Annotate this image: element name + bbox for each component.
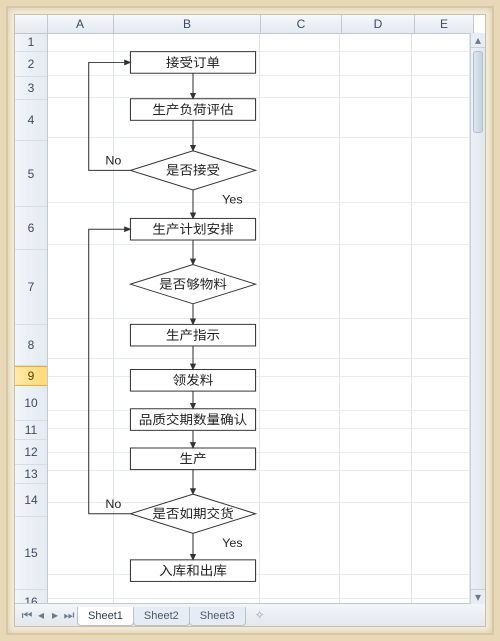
row-header[interactable]: 12	[15, 440, 47, 465]
row-header[interactable]: 10	[15, 386, 47, 421]
row-header[interactable]: 8	[15, 325, 47, 366]
row-header[interactable]: 6	[15, 207, 47, 250]
flow-process-label: 生产指示	[166, 328, 220, 343]
vertical-scrollbar[interactable]: ▴ ▾	[470, 33, 485, 604]
flow-process-label: 领发料	[173, 373, 214, 388]
decision-yes-label: Yes	[222, 193, 242, 207]
flow-process-label: 品质交期数量确认	[139, 411, 247, 427]
sheet-tab[interactable]: Sheet1	[77, 607, 134, 626]
row-header[interactable]: 11	[15, 421, 47, 440]
flow-decision-label: 是否够物料	[159, 277, 227, 292]
scroll-down-button[interactable]: ▾	[471, 589, 485, 604]
sheet-tab[interactable]: Sheet3	[189, 607, 246, 626]
flow-process-label: 生产	[179, 452, 206, 467]
decision-yes-label: Yes	[222, 536, 242, 550]
row-header[interactable]: 13	[15, 465, 47, 484]
tab-nav-last-icon[interactable]: ⏭	[63, 608, 75, 622]
column-header[interactable]: C	[261, 15, 342, 33]
row-header[interactable]: 7	[15, 250, 47, 325]
row-header[interactable]: 14	[15, 484, 47, 517]
row-header[interactable]: 3	[15, 77, 47, 100]
column-header[interactable]: E	[415, 15, 474, 33]
column-header[interactable]: D	[342, 15, 415, 33]
column-headers: ABCDE	[47, 15, 485, 34]
flow-process-label: 生产负荷评估	[152, 102, 233, 117]
row-header[interactable]: 5	[15, 141, 47, 207]
row-header[interactable]: 9	[15, 366, 47, 386]
row-header[interactable]: 15	[15, 517, 47, 590]
photo-frame: ABCDE 1234567891011121314151617 接受订单生产负荷…	[6, 6, 494, 635]
row-headers: 1234567891011121314151617	[15, 33, 48, 604]
flowchart-overlay: 接受订单生产负荷评估是否接受生产计划安排是否够物料生产指示领发料品质交期数量确认…	[47, 33, 485, 604]
scroll-up-button[interactable]: ▴	[471, 33, 485, 48]
column-header[interactable]: B	[114, 15, 261, 33]
scroll-thumb[interactable]	[473, 51, 483, 133]
select-all-corner[interactable]	[15, 15, 48, 34]
flow-decision-label: 是否接受	[166, 162, 220, 178]
decision-no-label: No	[105, 497, 121, 511]
tab-nav-first-icon[interactable]: ⏮	[21, 608, 33, 622]
new-sheet-icon[interactable]: ✧	[251, 608, 269, 622]
sheet-tab-bar: ⏮ ◂ ▸ ⏭ Sheet1Sheet2Sheet3 ✧	[15, 603, 485, 626]
row-header[interactable]: 1	[15, 33, 47, 52]
flow-loop-connector	[89, 229, 131, 514]
flow-decision-label: 是否如期交货	[152, 505, 233, 521]
decision-no-label: No	[105, 154, 121, 168]
flow-process-label: 接受订单	[166, 54, 220, 70]
row-header[interactable]: 4	[15, 100, 47, 141]
tab-nav-next-icon[interactable]: ▸	[49, 608, 61, 622]
spreadsheet-window: ABCDE 1234567891011121314151617 接受订单生产负荷…	[14, 14, 486, 627]
flow-process-label: 生产计划安排	[152, 222, 233, 237]
tab-nav-prev-icon[interactable]: ◂	[35, 608, 47, 622]
column-header[interactable]: A	[47, 15, 114, 33]
row-header[interactable]: 2	[15, 52, 47, 77]
sheet-tab[interactable]: Sheet2	[133, 607, 190, 626]
flow-process-label: 入库和出库	[159, 563, 227, 578]
